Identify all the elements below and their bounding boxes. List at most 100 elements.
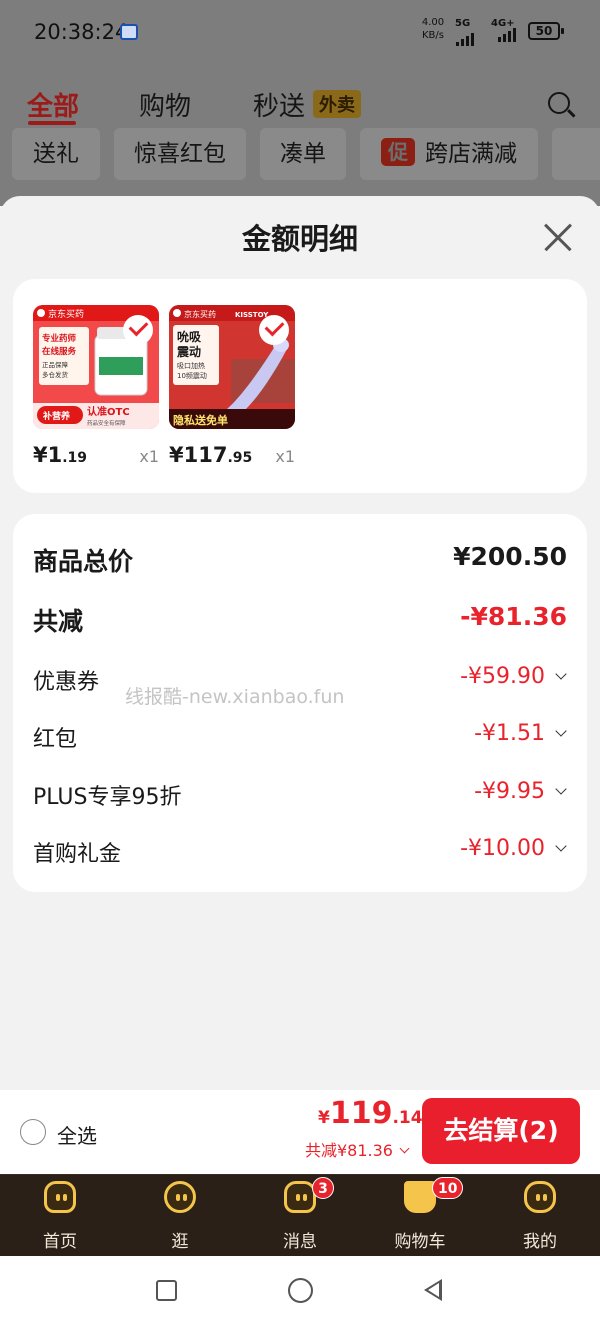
checkout-total-price: ¥119.14 <box>318 1096 423 1131</box>
discount-detail-label: PLUS专享95折 <box>33 785 182 810</box>
tab-active-indicator <box>28 121 76 125</box>
checkout-discount-text: 共减¥81.36 <box>305 1141 393 1160</box>
checkout-button[interactable]: 去结算(2) <box>422 1098 580 1164</box>
checkout-discount-toggle[interactable]: 共减¥81.36 <box>305 1137 410 1161</box>
selected-check-icon[interactable] <box>123 315 153 345</box>
chip-more[interactable] <box>552 128 600 180</box>
product-image-line1: 吮吸 <box>177 329 202 344</box>
network-speed: 4.00 KB/s <box>420 16 446 42</box>
profile-icon <box>524 1181 556 1213</box>
selected-check-icon[interactable] <box>259 315 289 345</box>
amount-detail-sheet: 金额明细 京东买药 专业药师 在线服务 正品保障 多仓发货 补营养 认准OTC … <box>0 196 600 1092</box>
discount-detail-label: 优惠券 <box>33 670 100 695</box>
chevron-down-icon <box>555 725 567 737</box>
home-circle-icon[interactable] <box>288 1278 313 1303</box>
promo-icon: 促 <box>381 138 415 166</box>
background-cart-page: 全部 购物 秒送 外卖 送礼 惊喜红包 凑单 促跨店满减 <box>0 66 600 206</box>
chevron-down-icon <box>555 783 567 795</box>
discount-detail-value: -¥59.90 <box>460 664 545 689</box>
product-image-line3: 吸口加热 <box>177 361 205 370</box>
product-image-tag1: 正品保障 <box>42 360 69 369</box>
select-all-label[interactable]: 全选 <box>57 1120 97 1149</box>
status-bar: 20:38:24 4.00 KB/s 5G 4G+ 50 <box>0 0 600 66</box>
product-price: ¥1.19 <box>33 443 87 467</box>
discount-detail-plus[interactable]: PLUS专享95折 -¥9.95 <box>33 779 567 819</box>
chevron-down-icon <box>555 840 567 852</box>
close-icon[interactable] <box>542 222 574 254</box>
product-image-strip: 补营养 <box>42 410 70 422</box>
sheet-title: 金额明细 <box>241 222 358 256</box>
network-type-5g: 5G <box>455 18 471 29</box>
nav-item-me[interactable]: 我的 <box>480 1175 600 1257</box>
signal-icon-2 <box>498 26 516 42</box>
chevron-down-icon <box>555 668 567 680</box>
nav-item-cart[interactable]: 10 购物车 <box>360 1175 480 1257</box>
system-navigation-bar <box>0 1256 600 1326</box>
tab-all[interactable]: 全部 <box>27 86 79 123</box>
summary-discount-value: -¥81.36 <box>460 602 567 631</box>
product-image-line2: 震动 <box>177 345 201 359</box>
takeout-badge: 外卖 <box>313 90 361 118</box>
watermark-text: 线报酷-new.xianbao.fun <box>125 686 345 708</box>
summary-total-row: 商品总价 ¥200.50 <box>33 542 567 582</box>
summary-discount-row: 共减 -¥81.36 <box>33 602 567 642</box>
product-image: 京东买药 专业药师 在线服务 正品保障 多仓发货 补营养 认准OTC 药品安全有… <box>33 305 159 429</box>
nav-label: 首页 <box>43 1232 77 1252</box>
discount-detail-value: -¥9.95 <box>474 779 545 804</box>
messages-badge: 3 <box>312 1177 334 1199</box>
product-image-brand: 京东买药 <box>48 308 84 320</box>
discount-detail-label: 红包 <box>33 727 78 752</box>
product-price: ¥117.95 <box>169 443 252 467</box>
chip-cross-store-discount[interactable]: 促跨店满减 <box>360 128 538 180</box>
network-speed-unit: KB/s <box>422 30 444 41</box>
nav-item-home[interactable]: 首页 <box>0 1175 120 1257</box>
chip-gift[interactable]: 送礼 <box>12 128 100 180</box>
battery-icon: 50 <box>528 22 564 40</box>
search-icon[interactable] <box>548 92 570 114</box>
nav-label: 我的 <box>523 1232 557 1252</box>
summary-total-value: ¥200.50 <box>453 542 567 571</box>
checkout-price-decimal: .14 <box>392 1108 423 1128</box>
product-price-int: ¥1 <box>33 443 63 467</box>
product-image-brand: 京东买药 <box>184 309 216 319</box>
nav-label: 消息 <box>283 1232 317 1252</box>
currency-symbol: ¥ <box>318 1108 330 1128</box>
signal-icon <box>456 30 474 46</box>
select-all-radio[interactable] <box>20 1119 46 1145</box>
chevron-down-icon <box>399 1143 410 1154</box>
nav-label: 购物车 <box>394 1232 446 1252</box>
status-time: 20:38:24 <box>34 20 129 44</box>
product-image-line2: 在线服务 <box>42 346 77 357</box>
products-card: 京东买药 专业药师 在线服务 正品保障 多仓发货 补营养 认准OTC 药品安全有… <box>13 279 587 493</box>
tab-instant-delivery[interactable]: 秒送 <box>253 86 305 123</box>
nav-item-messages[interactable]: 3 消息 <box>240 1175 360 1257</box>
nav-item-explore[interactable]: 逛 <box>120 1175 240 1257</box>
summary-total-label: 商品总价 <box>33 547 134 576</box>
tab-shopping[interactable]: 购物 <box>139 86 191 123</box>
nav-label: 逛 <box>171 1232 189 1252</box>
product-image-strip: 隐私送免单 <box>173 413 228 427</box>
recents-icon[interactable] <box>156 1280 177 1301</box>
back-icon[interactable] <box>424 1279 442 1301</box>
chip-label: 跨店满减 <box>425 141 517 167</box>
checkout-price-int: 119 <box>329 1096 393 1131</box>
discount-detail-value: -¥10.00 <box>460 836 545 861</box>
checkout-bar: 全选 ¥119.14 共减¥81.36 去结算(2) <box>0 1090 600 1174</box>
discount-detail-first-purchase[interactable]: 首购礼金 -¥10.00 <box>33 836 567 876</box>
product-price-int: ¥117 <box>169 443 228 467</box>
product-image-strip-sub: 药品安全有保障 <box>87 419 126 427</box>
discount-detail-label: 首购礼金 <box>33 842 122 867</box>
product-image-line1: 专业药师 <box>42 333 77 344</box>
cart-tabs: 全部 购物 秒送 外卖 <box>0 76 600 126</box>
network-speed-value: 4.00 <box>421 17 445 28</box>
product-price-decimal: .19 <box>62 450 88 466</box>
product-image-line4: 10频震动 <box>177 371 207 380</box>
product-quantity: x1 <box>139 447 159 466</box>
chip-surprise-red-packet[interactable]: 惊喜红包 <box>114 128 246 180</box>
summary-discount-label: 共减 <box>33 607 84 636</box>
filter-chips: 送礼 惊喜红包 凑单 促跨店满减 <box>0 128 600 180</box>
home-icon <box>44 1181 76 1213</box>
product-quantity: x1 <box>275 447 295 466</box>
chip-bundle[interactable]: 凑单 <box>260 128 346 180</box>
discount-detail-red-packet[interactable]: 红包 -¥1.51 <box>33 721 567 761</box>
